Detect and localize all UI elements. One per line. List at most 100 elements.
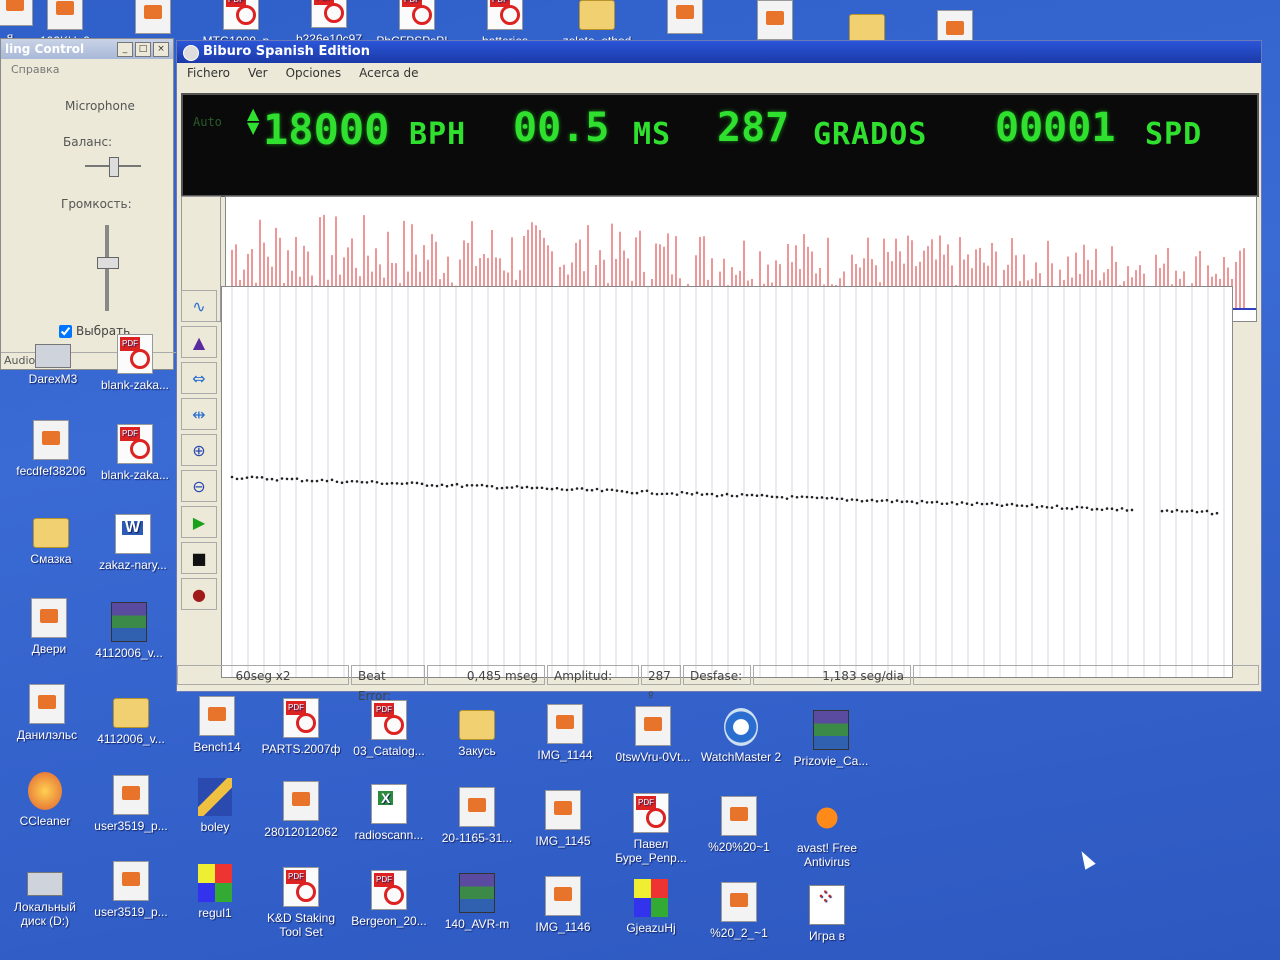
drive-icon <box>35 344 71 368</box>
record-icon[interactable]: ● <box>181 578 217 610</box>
menu-opciones[interactable]: Opciones <box>286 63 342 83</box>
desktop-icon-r1-6[interactable]: WatchMaster 2 <box>696 708 786 764</box>
desktop-icon-r3-1[interactable]: user3519_p... <box>86 861 176 919</box>
desktop-icon-label: Данилэльс <box>16 728 78 742</box>
graph-toolbar: ∿ ▲ ⇔ ⇹ ⊕ ⊖ ▶ ■ ● <box>181 286 221 610</box>
desktop-icon-r3-9[interactable]: Игра в <box>782 885 872 943</box>
balance-slider-thumb[interactable] <box>109 157 119 177</box>
lcd-spd-value: 00001 <box>995 105 1116 151</box>
close-icon[interactable]: × <box>153 42 169 57</box>
level-icon[interactable]: ▲ <box>181 326 217 358</box>
doc-icon <box>721 882 757 922</box>
desktop-icon-r3-8[interactable]: %20_2_~1 <box>694 882 784 940</box>
menu-fichero[interactable]: Fichero <box>187 63 230 83</box>
desktop-icon-left-6[interactable]: Двери <box>4 598 94 656</box>
desktop-icon-r3-2[interactable]: regul1 <box>170 864 260 920</box>
desktop-icon-r1-3[interactable]: Закусь <box>432 702 522 758</box>
desktop-icon-label: Bergeon_20... <box>351 914 427 928</box>
pdf-icon <box>487 0 523 30</box>
desktop-icon-r1-0[interactable]: Bench14 <box>172 696 262 754</box>
desktop-icon-r2-6[interactable]: IMG_1145 <box>518 790 608 848</box>
bph-stepper-icon[interactable]: ▲ ▼ <box>247 106 259 136</box>
zoom-in-icon[interactable]: ⊕ <box>181 434 217 466</box>
volume-control-window[interactable]: ling Control _ □ × Справка Microphone Ба… <box>0 38 176 370</box>
doc-icon <box>545 790 581 830</box>
desktop-icon-r1-7[interactable]: Prizovie_Ca... <box>786 710 876 768</box>
desktop-icon-left-3[interactable]: blank-zaka... <box>90 424 180 482</box>
desktop-icon-r2-8[interactable]: %20%20~1 <box>694 796 784 854</box>
desktop-icon-label: K&D Staking Tool Set <box>266 911 336 939</box>
lcd-grados-value: 287 <box>717 105 790 151</box>
pdf-icon <box>283 698 319 738</box>
paint-icon <box>198 864 232 902</box>
biburo-window[interactable]: Biburo Spanish Edition Fichero Ver Opcio… <box>176 40 1262 703</box>
shrink-horizontal-icon[interactable]: ⇹ <box>181 398 217 430</box>
mixer-menu-help[interactable]: Справка <box>1 59 173 80</box>
desktop-icon-label: DarexM3 <box>28 372 78 386</box>
desktop-icon-label: Двери <box>31 642 67 656</box>
zoom-out-icon[interactable]: ⊖ <box>181 470 217 502</box>
desktop-icon-r2-0[interactable]: CCleaner <box>0 772 90 828</box>
desktop-icon-left-2[interactable]: fecdfef38206 <box>6 420 96 478</box>
desktop-icon-r1-4[interactable]: IMG_1144 <box>520 704 610 762</box>
pdf-icon <box>633 793 669 833</box>
desktop-icon-label: Игра в <box>808 929 846 943</box>
desktop-icon-label: blank-zaka... <box>100 468 170 482</box>
desktop-icon-left-1[interactable]: blank-zaka... <box>90 334 180 392</box>
waveform-icon[interactable]: ∿ <box>181 290 217 322</box>
play-icon[interactable]: ▶ <box>181 506 217 538</box>
doc-icon <box>459 787 495 827</box>
stretch-horizontal-icon[interactable]: ⇔ <box>181 362 217 394</box>
avast-icon <box>810 799 844 837</box>
desktop-icon-left-7[interactable]: 4112006_v... <box>84 602 174 660</box>
desktop-icon-left-5[interactable]: zakaz-nary... <box>88 514 178 572</box>
menu-ver[interactable]: Ver <box>248 63 268 83</box>
lcd-bph-value: 18000 <box>263 105 390 154</box>
desktop-icon-r1-2[interactable]: 03_Catalog... <box>344 700 434 758</box>
desktop-icon-label: Смазка <box>30 552 72 566</box>
pdf-icon <box>399 0 435 30</box>
volume-slider-thumb[interactable] <box>97 257 119 269</box>
desktop-icon-r3-5[interactable]: 140_AVR-m <box>432 873 522 931</box>
minimize-icon[interactable]: _ <box>117 42 133 57</box>
desktop-icon-left-0[interactable]: DarexM3 <box>8 330 98 386</box>
desktop-icon-label: radioscann... <box>354 828 424 842</box>
doc-icon <box>31 598 67 638</box>
desktop-icon-r3-4[interactable]: Bergeon_20... <box>344 870 434 928</box>
desktop-icon-left-9[interactable]: 4112006_v... <box>86 690 176 746</box>
mixer-section-label: Microphone <box>65 99 135 113</box>
desktop-icon-r2-1[interactable]: user3519_p... <box>86 775 176 833</box>
desktop-icon-r3-0[interactable]: Локальный диск (D:) <box>0 858 90 928</box>
desktop-icon-r1-1[interactable]: PARTS.2007ф <box>256 698 346 756</box>
desktop-icon-label: Павел Буре_Penp... <box>615 837 687 865</box>
desktop-icon-r2-3[interactable]: 28012012062 <box>256 781 346 839</box>
desktop-icon-r3-6[interactable]: IMG_1146 <box>518 876 608 934</box>
rar-icon <box>459 873 495 913</box>
folder-icon <box>459 710 495 740</box>
lcd-spd-unit: SPD <box>1145 117 1203 152</box>
doc-icon <box>33 420 69 460</box>
folder-icon <box>33 518 69 548</box>
maximize-icon[interactable]: □ <box>135 42 151 57</box>
menu-acerca-de[interactable]: Acerca de <box>359 63 418 83</box>
lcd-auto[interactable]: Auto <box>193 115 222 129</box>
mouse-cursor-icon <box>1076 848 1096 870</box>
doc-icon <box>47 0 83 30</box>
desktop-icon-label: IMG_1145 <box>535 834 591 848</box>
desktop-icon-r1-5[interactable]: 0tswVru-0Vt... <box>608 706 698 764</box>
desktop-icon-label: PARTS.2007ф <box>261 742 341 756</box>
desktop-icon-left-4[interactable]: Смазка <box>6 510 96 566</box>
desktop-icon-r2-4[interactable]: radioscann... <box>344 784 434 842</box>
desktop-icon-r2-5[interactable]: 20-1165-31... <box>432 787 522 845</box>
desktop-icon-r2-2[interactable]: boley <box>170 778 260 834</box>
stop-icon[interactable]: ■ <box>181 542 217 574</box>
desktop-icon-r3-3[interactable]: K&D Staking Tool Set <box>256 867 346 939</box>
desktop-icon-r3-7[interactable]: GjeazuHj <box>606 879 696 935</box>
lcd-ms-unit: MS <box>633 117 672 152</box>
desktop-icon-r2-9[interactable]: avast! Free Antivirus <box>782 799 872 869</box>
desktop-icon-r2-7[interactable]: Павел Буре_Penp... <box>606 793 696 865</box>
app-titlebar[interactable]: Biburo Spanish Edition <box>177 41 1261 63</box>
folder-icon <box>579 0 615 30</box>
app-statusbar: 60seg x2 Beat Error: 0,485 mseg Amplitud… <box>177 661 1261 703</box>
desktop-icon-left-8[interactable]: Данилэльс <box>2 684 92 742</box>
